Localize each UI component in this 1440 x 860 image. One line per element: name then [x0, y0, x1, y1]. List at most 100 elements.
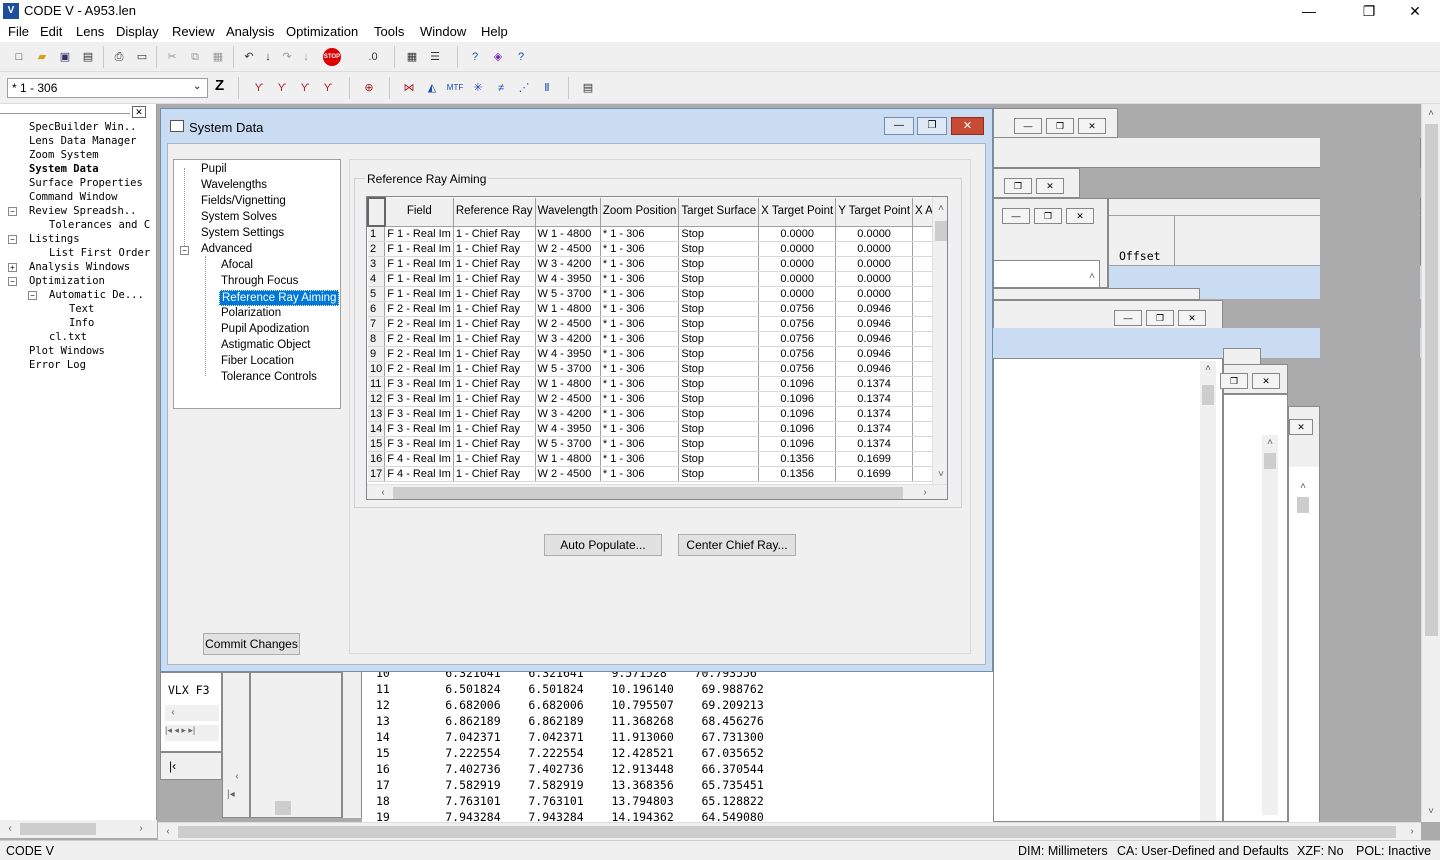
row-number[interactable]: 7: [368, 316, 386, 332]
scroll-right-icon[interactable]: ›: [133, 821, 149, 837]
row-number[interactable]: 2: [368, 241, 386, 257]
reference-ray-cell[interactable]: 1 - Chief Ray: [453, 421, 536, 437]
context-help-icon[interactable]: ?: [512, 48, 530, 66]
wavelength-cell[interactable]: W 3 - 4200: [535, 406, 601, 422]
select-all-cell[interactable]: [367, 197, 386, 227]
x-target-cell[interactable]: 0.0756: [758, 301, 837, 317]
scroll-up-icon[interactable]: ˄: [1200, 361, 1216, 377]
wavelength-cell[interactable]: W 2 - 4500: [535, 316, 601, 332]
dialog-close-button[interactable]: ✕: [951, 117, 984, 135]
target-surface-cell[interactable]: Stop: [678, 316, 760, 332]
wavelength-cell[interactable]: W 5 - 3700: [535, 286, 601, 302]
reference-ray-cell[interactable]: 1 - Chief Ray: [453, 241, 536, 257]
reference-ray-cell[interactable]: 1 - Chief Ray: [453, 466, 536, 482]
x-target-cell[interactable]: 0.0000: [758, 241, 837, 257]
collapse-icon[interactable]: −: [180, 246, 189, 255]
field-cell[interactable]: F 3 - Real Im: [384, 421, 454, 437]
scroll-left-icon[interactable]: ‹: [2, 821, 18, 837]
row-number[interactable]: 3: [368, 256, 386, 272]
zoom-position-cell[interactable]: * 1 - 306: [600, 301, 680, 317]
target-surface-cell[interactable]: Stop: [678, 271, 760, 287]
field-cell[interactable]: F 2 - Real Im: [384, 316, 454, 332]
x-target-cell[interactable]: 0.0000: [758, 256, 837, 272]
wavelength-cell[interactable]: W 4 - 3950: [535, 271, 601, 287]
center-chief-ray-button[interactable]: Center Chief Ray...: [678, 534, 796, 556]
col-zoom-position[interactable]: Zoom Position: [600, 198, 680, 227]
target-surface-cell[interactable]: Stop: [678, 241, 760, 257]
target-surface-cell[interactable]: Stop: [678, 226, 760, 242]
collapse-icon[interactable]: −: [8, 277, 17, 286]
menu-tools[interactable]: Tools: [374, 24, 404, 39]
menu-help[interactable]: Help: [481, 24, 508, 39]
row-number[interactable]: 5: [368, 286, 386, 302]
tree-review-spreadsheets[interactable]: Review Spreadsh..: [29, 205, 136, 217]
tree-surface-properties[interactable]: Surface Properties: [29, 177, 143, 189]
mdi-close-icon[interactable]: ✕: [1036, 178, 1064, 194]
tree-cl-txt[interactable]: cl.txt: [49, 331, 87, 343]
field-cell[interactable]: F 2 - Real Im: [384, 361, 454, 377]
row-number[interactable]: 15: [368, 436, 386, 452]
table-row[interactable]: 14 F 3 - Real Im 1 - Chief Ray W 4 - 3950 * …: [368, 421, 947, 437]
row-number[interactable]: 13: [368, 406, 386, 422]
y-target-cell[interactable]: 0.0946: [835, 346, 914, 362]
y-target-cell[interactable]: 0.0000: [835, 271, 914, 287]
x-target-cell[interactable]: 0.1096: [758, 376, 837, 392]
scroll-left-icon[interactable]: ‹: [165, 705, 181, 721]
nav-pupil-apodization[interactable]: Pupil Apodization: [221, 323, 309, 335]
x-target-cell[interactable]: 0.1356: [758, 451, 837, 467]
window-list-icon[interactable]: ☰: [426, 48, 444, 66]
save-icon[interactable]: ▣: [56, 48, 74, 66]
x-target-cell[interactable]: 0.0000: [758, 226, 837, 242]
table-row[interactable]: 5F 1 - Real Im 1 - Chief Ray W 5 - 3700 * 1…: [368, 286, 947, 302]
tree-analysis-windows[interactable]: Analysis Windows: [29, 261, 130, 273]
y-target-cell[interactable]: 0.1699: [835, 451, 914, 467]
wavelength-cell[interactable]: W 5 - 3700: [535, 361, 601, 377]
field-cell[interactable]: F 2 - Real Im: [384, 331, 454, 347]
mdi-restore-icon[interactable]: ❐: [1146, 310, 1174, 326]
page-nav[interactable]: |◂ ◂ ▸ ▸|: [165, 725, 219, 741]
redo-down-icon[interactable]: ↓: [297, 48, 315, 66]
mdi-vscrollbar[interactable]: ˄ ˅: [1421, 104, 1440, 822]
collapse-icon[interactable]: −: [28, 291, 37, 300]
reference-ray-cell[interactable]: 1 - Chief Ray: [453, 286, 536, 302]
y-target-cell[interactable]: 0.0000: [835, 256, 914, 272]
nav-system-settings[interactable]: System Settings: [201, 227, 284, 239]
field-cell[interactable]: F 4 - Real Im: [384, 466, 454, 482]
wavelength-cell[interactable]: W 1 - 4800: [535, 301, 601, 317]
wavelength-cell[interactable]: W 5 - 3700: [535, 436, 601, 452]
target-surface-cell[interactable]: Stop: [678, 406, 760, 422]
table-row[interactable]: 12 F 3 - Real Im 1 - Chief Ray W 2 - 4500 * …: [368, 391, 947, 407]
table-row[interactable]: 7F 2 - Real Im 1 - Chief Ray W 2 - 4500 * 1…: [368, 316, 947, 332]
zoom-position-cell[interactable]: * 1 - 306: [600, 376, 680, 392]
y-target-cell[interactable]: 0.0000: [835, 241, 914, 257]
wavelength-cell[interactable]: W 3 - 4200: [535, 331, 601, 347]
col-reference-ray[interactable]: Reference Ray: [453, 198, 536, 227]
table-row[interactable]: 8F 2 - Real Im 1 - Chief Ray W 3 - 4200 * 1…: [368, 331, 947, 347]
scroll-right-icon[interactable]: ›: [1404, 824, 1420, 840]
manual-icon[interactable]: ◈: [489, 48, 507, 66]
mdi-close-icon[interactable]: ✕: [1066, 208, 1094, 224]
wavelength-cell[interactable]: W 1 - 4800: [535, 451, 601, 467]
wavelength-cell[interactable]: W 2 - 4500: [535, 466, 601, 482]
y-target-cell[interactable]: 0.0000: [835, 226, 914, 242]
paste-icon[interactable]: ▦: [209, 48, 227, 66]
reference-ray-cell[interactable]: 1 - Chief Ray: [453, 271, 536, 287]
scroll-left-icon[interactable]: ‹: [375, 485, 391, 499]
menu-lens[interactable]: Lens: [76, 24, 104, 39]
mdi-window-1[interactable]: — ❐ ✕: [993, 108, 1118, 138]
tree-hscrollbar[interactable]: ‹ ›: [0, 820, 157, 838]
target-surface-cell[interactable]: Stop: [678, 391, 760, 407]
tree-tolerances[interactable]: Tolerances and C: [49, 219, 150, 231]
undo-down-icon[interactable]: ↓: [259, 48, 277, 66]
fan-xz-icon[interactable]: ϒ: [273, 79, 291, 97]
nav-tolerance-controls[interactable]: Tolerance Controls: [221, 371, 317, 383]
nav-advanced[interactable]: Advanced: [201, 243, 252, 255]
col-target-surface[interactable]: Target Surface: [678, 198, 760, 227]
zoom-position-cell[interactable]: * 1 - 306: [600, 331, 680, 347]
zoom-position-cell[interactable]: * 1 - 306: [600, 316, 680, 332]
menu-display[interactable]: Display: [116, 24, 159, 39]
splitter[interactable]: [342, 672, 362, 818]
reference-ray-cell[interactable]: 1 - Chief Ray: [453, 346, 536, 362]
tree-error-log[interactable]: Error Log: [29, 359, 86, 371]
mdi-window-5[interactable]: [993, 288, 1200, 300]
